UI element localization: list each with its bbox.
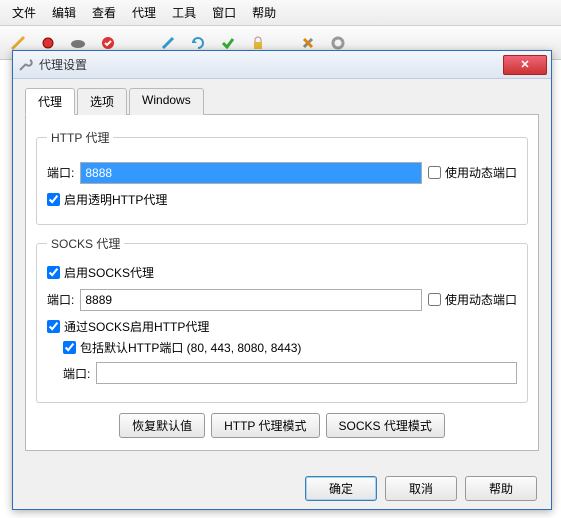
tab-windows[interactable]: Windows [129,88,204,115]
http-dyn-port-check[interactable]: 使用动态端口 [428,164,517,181]
socks-enable-label: 启用SOCKS代理 [64,264,154,281]
socks-http-over-check[interactable]: 通过SOCKS启用HTTP代理 [47,318,517,335]
socks-proxy-group: SOCKS 代理 启用SOCKS代理 端口: 使用动态端口 通过SOCKS启用H… [36,235,528,403]
tab-options[interactable]: 选项 [77,88,127,115]
tab-proxy[interactable]: 代理 [25,88,75,115]
close-button[interactable]: ✕ [503,55,547,75]
http-transparent-checkbox[interactable] [47,193,60,206]
socks-include-checkbox[interactable] [63,341,76,354]
socks-port2-label: 端口: [63,365,90,382]
socks-port2-input[interactable] [96,362,517,384]
dialog-title: 代理设置 [39,56,503,73]
socks-dyn-port-label: 使用动态端口 [445,291,517,308]
menu-help[interactable]: 帮助 [246,2,282,23]
socks-enable-check[interactable]: 启用SOCKS代理 [47,264,517,281]
dialog-icon [17,57,33,73]
http-proxy-group: HTTP 代理 端口: 使用动态端口 启用透明HTTP代理 [36,129,528,225]
menu-file[interactable]: 文件 [6,2,42,23]
socks-include-label: 包括默认HTTP端口 (80, 443, 8080, 8443) [80,339,301,356]
menubar: 文件 编辑 查看 代理 工具 窗口 帮助 [0,0,561,26]
http-transparent-label: 启用透明HTTP代理 [64,191,167,208]
socks-proxy-mode-button[interactable]: SOCKS 代理模式 [326,413,445,438]
socks-port-input[interactable] [80,289,422,311]
socks-enable-checkbox[interactable] [47,266,60,279]
cancel-button[interactable]: 取消 [385,476,457,501]
http-transparent-check[interactable]: 启用透明HTTP代理 [47,191,517,208]
http-dyn-port-checkbox[interactable] [428,166,441,179]
menu-tools[interactable]: 工具 [166,2,202,23]
close-icon: ✕ [520,58,529,71]
menu-window[interactable]: 窗口 [206,2,242,23]
socks-http-over-label: 通过SOCKS启用HTTP代理 [64,318,209,335]
dialog-footer: 确定 取消 帮助 [305,476,537,501]
help-button[interactable]: 帮助 [465,476,537,501]
titlebar: 代理设置 ✕ [13,51,551,79]
socks-proxy-legend: SOCKS 代理 [47,235,124,252]
tab-strip: 代理 选项 Windows [25,87,539,115]
http-port-label: 端口: [47,164,74,181]
http-dyn-port-label: 使用动态端口 [445,164,517,181]
http-proxy-mode-button[interactable]: HTTP 代理模式 [211,413,319,438]
restore-defaults-button[interactable]: 恢复默认值 [119,413,205,438]
dialog-body: 代理 选项 Windows HTTP 代理 端口: 使用动态端口 启用透明HTT… [13,79,551,459]
socks-http-over-checkbox[interactable] [47,320,60,333]
http-proxy-legend: HTTP 代理 [47,129,113,146]
tab-content-proxy: HTTP 代理 端口: 使用动态端口 启用透明HTTP代理 SOCKS 代理 [25,114,539,451]
ok-button[interactable]: 确定 [305,476,377,501]
http-port-input[interactable] [80,162,422,184]
socks-include-check[interactable]: 包括默认HTTP端口 (80, 443, 8080, 8443) [63,339,517,356]
mode-buttons-row: 恢复默认值 HTTP 代理模式 SOCKS 代理模式 [36,413,528,438]
menu-view[interactable]: 查看 [86,2,122,23]
socks-dyn-port-checkbox[interactable] [428,293,441,306]
menu-edit[interactable]: 编辑 [46,2,82,23]
menu-proxy[interactable]: 代理 [126,2,162,23]
proxy-settings-dialog: 代理设置 ✕ 代理 选项 Windows HTTP 代理 端口: 使用动态端口 [12,50,552,510]
socks-port-label: 端口: [47,291,74,308]
socks-dyn-port-check[interactable]: 使用动态端口 [428,291,517,308]
